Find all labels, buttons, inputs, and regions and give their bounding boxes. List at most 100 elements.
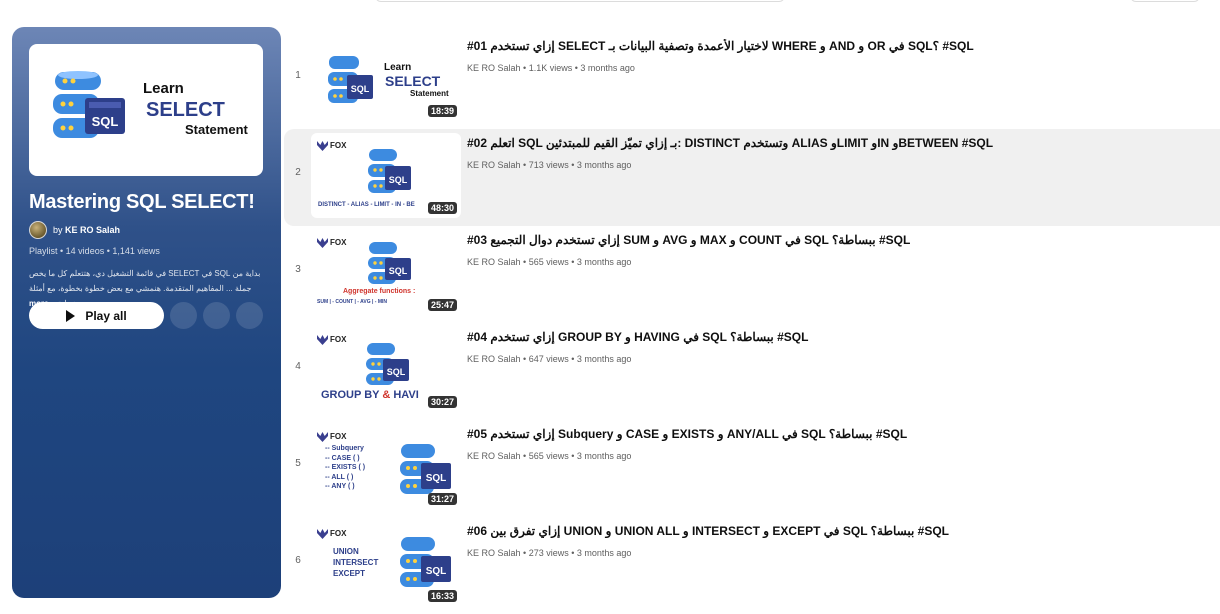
view-count: 647 views	[528, 354, 569, 364]
channel-name[interactable]: KE RO Salah	[467, 160, 521, 170]
duration-badge: 25:47	[427, 299, 457, 311]
video-title[interactable]: #01 إزاي تستخدم SELECT لاختيار الأعمدة و…	[467, 39, 1167, 53]
video-thumbnail[interactable]: FOX UNION INTERSECT EXCEPT SQL 16:33	[311, 521, 461, 606]
svg-text:SQL: SQL	[351, 84, 370, 94]
video-thumbnail[interactable]: SQL Learn SELECT Statement 18:39	[311, 36, 461, 121]
view-count: 273 views	[528, 548, 569, 558]
channel-name[interactable]: KE RO Salah	[467, 451, 521, 461]
avatar[interactable]	[29, 221, 47, 239]
cover-line3: Statement	[185, 122, 248, 137]
fox-logo: FOX	[317, 432, 346, 442]
playlist-meta: Playlist • 14 videos • 1,141 views	[29, 246, 160, 256]
owner-prefix: by	[53, 225, 63, 235]
video-index: 1	[295, 70, 301, 81]
play-icon	[66, 309, 76, 322]
list-item[interactable]: 5 FOX -- Subquery -- CASE ( ) -- EXISTS …	[284, 420, 1220, 517]
video-meta: KE RO Salah • 647 views • 3 months ago	[467, 354, 632, 364]
view-count: 1.1K views	[528, 63, 573, 73]
list-item[interactable]: 1 SQL Learn SELECT Statement 18:39 #01 إ…	[284, 32, 1220, 129]
video-index: 6	[295, 555, 301, 566]
video-meta: KE RO Salah • 565 views • 3 months ago	[467, 257, 632, 267]
list-item[interactable]: 2 FOX SQL DISTINCT - ALIAS - LIMIT - IN …	[284, 129, 1220, 226]
thumb-lines: -- Subquery -- CASE ( ) -- EXISTS ( ) --…	[325, 445, 366, 490]
video-title[interactable]: #03 إزاي تستخدم دوال التجميع SUM و AVG و…	[467, 233, 1167, 247]
database-icon: SQL	[400, 537, 451, 587]
playlist-cover-thumbnail[interactable]: SQL Learn SELECT Statement	[29, 44, 263, 176]
list-item[interactable]: 6 FOX UNION INTERSECT EXCEPT SQL 16:33 #…	[284, 517, 1220, 614]
video-title[interactable]: #05 إزاي تستخدم Subquery و CASE و EXISTS…	[467, 427, 1167, 441]
database-icon: SQL	[400, 444, 451, 494]
thumb-line1: Learn	[384, 62, 412, 73]
duration-badge: 18:39	[427, 105, 457, 117]
video-meta: KE RO Salah • 565 views • 3 months ago	[467, 451, 632, 461]
video-title[interactable]: #04 إزاي تستخدم GROUP BY و HAVING في SQL…	[467, 330, 1167, 344]
svg-text:SQL: SQL	[389, 266, 408, 276]
database-icon: SQL	[328, 56, 373, 103]
header-button-edge[interactable]	[1130, 0, 1200, 2]
owner-name[interactable]: KE RO Salah	[65, 225, 120, 235]
fox-logo: FOX	[317, 529, 346, 539]
fox-logo: FOX	[317, 238, 346, 248]
shuffle-button[interactable]	[170, 302, 197, 329]
thumb-lines: UNION INTERSECT EXCEPT	[333, 547, 379, 578]
playlist-owner[interactable]: by KE RO Salah	[29, 221, 120, 239]
video-title[interactable]: #02 اتعلم SQL بـ إزاي تميّز القيم للمبتد…	[467, 136, 1167, 150]
more-actions-button[interactable]	[236, 302, 263, 329]
upload-age: 3 months ago	[576, 451, 632, 461]
cover-line2: SELECT	[146, 99, 225, 121]
video-thumbnail[interactable]: FOX SQL GROUP BY & HAVI 30:27	[311, 327, 461, 412]
channel-name[interactable]: KE RO Salah	[467, 548, 521, 558]
svg-text:SQL: SQL	[92, 114, 119, 129]
playlist-header-panel: SQL Learn SELECT Statement Mastering SQL…	[12, 27, 281, 598]
playlist-views: 1,141 views	[112, 246, 160, 256]
thumb-line2: SELECT	[385, 73, 441, 89]
thumb-subcaption: SUM | - COUNT | - AVG | - MIN	[317, 299, 388, 305]
video-index: 3	[295, 264, 301, 275]
video-thumbnail[interactable]: FOX SQL DISTINCT - ALIAS - LIMIT - IN - …	[311, 133, 461, 218]
svg-text:SQL: SQL	[426, 566, 447, 577]
playlist-title: Mastering SQL SELECT!	[29, 191, 255, 213]
thumb-caption: DISTINCT - ALIAS - LIMIT - IN - BE	[318, 202, 415, 208]
view-count: 713 views	[528, 160, 569, 170]
view-count: 565 views	[528, 451, 569, 461]
duration-badge: 30:27	[427, 396, 457, 408]
search-bar-edge[interactable]	[375, 0, 785, 2]
video-index: 2	[295, 167, 301, 178]
video-index: 5	[295, 458, 301, 469]
list-item[interactable]: 4 FOX SQL GROUP BY & HAVI 30:27 #04 إزاي…	[284, 323, 1220, 420]
upload-age: 3 months ago	[580, 63, 635, 73]
channel-name[interactable]: KE RO Salah	[467, 257, 521, 267]
video-thumbnail[interactable]: FOX SQL Aggregate functions : SUM | - CO…	[311, 230, 461, 315]
upload-age: 3 months ago	[576, 257, 632, 267]
fox-logo: FOX	[317, 335, 346, 345]
svg-text:SQL: SQL	[389, 175, 408, 185]
video-title[interactable]: #06 إزاي تفرق بين UNION و UNION ALL و IN…	[467, 524, 1167, 538]
play-all-button[interactable]: Play all	[29, 302, 164, 329]
save-playlist-button[interactable]	[203, 302, 230, 329]
video-meta: KE RO Salah • 713 views • 3 months ago	[467, 160, 632, 170]
svg-text:SQL: SQL	[387, 367, 406, 377]
video-meta: KE RO Salah • 1.1K views • 3 months ago	[467, 63, 635, 73]
database-icon: SQL	[368, 149, 411, 193]
database-icon: SQL	[366, 343, 409, 385]
view-count: 565 views	[528, 257, 569, 267]
fox-logo: FOX	[317, 141, 346, 151]
playlist-video-count: 14 videos	[65, 246, 105, 256]
channel-name[interactable]: KE RO Salah	[467, 63, 521, 73]
video-meta: KE RO Salah • 273 views • 3 months ago	[467, 548, 632, 558]
duration-badge: 31:27	[427, 493, 457, 505]
playlist-type: Playlist	[29, 246, 58, 256]
thumb-line3: Statement	[410, 89, 449, 98]
upload-age: 3 months ago	[576, 548, 632, 558]
channel-name[interactable]: KE RO Salah	[467, 354, 521, 364]
video-index: 4	[295, 361, 301, 372]
duration-badge: 48:30	[427, 202, 457, 214]
thumb-caption: Aggregate functions :	[343, 288, 416, 295]
thumb-caption: GROUP BY & HAVI	[321, 389, 419, 401]
database-icon: SQL	[368, 242, 411, 284]
upload-age: 3 months ago	[576, 160, 632, 170]
video-thumbnail[interactable]: FOX -- Subquery -- CASE ( ) -- EXISTS ( …	[311, 424, 461, 509]
upload-age: 3 months ago	[576, 354, 632, 364]
list-item[interactable]: 3 FOX SQL Aggregate functions : SUM | - …	[284, 226, 1220, 323]
playlist-video-list: 1 SQL Learn SELECT Statement 18:39 #01 إ…	[284, 32, 1220, 614]
